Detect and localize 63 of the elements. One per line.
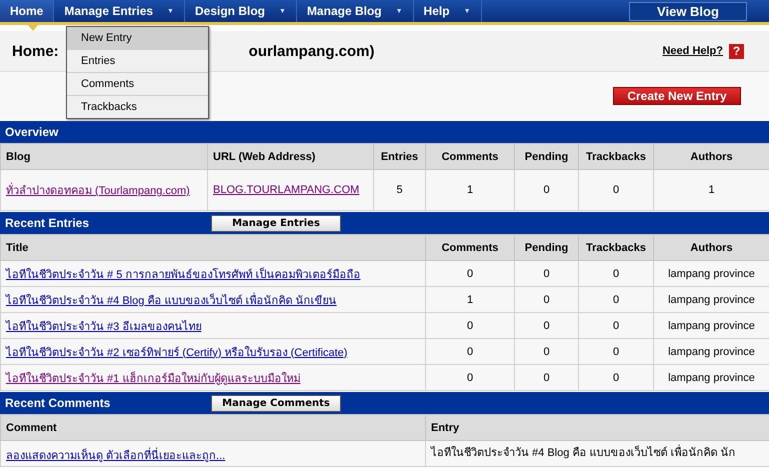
page-title: Home: (12, 42, 59, 60)
help-icon[interactable]: ? (729, 44, 744, 58)
table-cell: 0 (426, 312, 514, 338)
table-cell: 0 (514, 260, 578, 286)
table-cell: lampang province (654, 338, 769, 364)
table-cell: 0 (578, 312, 654, 338)
manage-comments-button[interactable]: Manage Comments (211, 394, 341, 412)
table-cell: 5 (374, 170, 426, 210)
column-header: Entries (374, 144, 426, 170)
table-cell: 0 (426, 260, 514, 286)
table-cell: 0 (514, 170, 578, 210)
blog-link[interactable]: ทั่วลำปางดอทคอม (Tourlampang.com) (6, 181, 190, 199)
table-cell: 0 (578, 286, 654, 312)
menu-item[interactable]: Trackbacks (67, 96, 208, 118)
table-cell: 1 (426, 170, 514, 210)
view-blog-button[interactable]: View Blog (629, 2, 747, 21)
entry-link[interactable]: ไอทีในชีวิตประจำวัน #3 อีเมลของคนไทย (6, 316, 202, 334)
column-header: Trackbacks (578, 144, 654, 170)
table-cell: 0 (426, 364, 514, 390)
section-title: Recent Comments (5, 396, 112, 410)
table-cell: lampang province (654, 312, 769, 338)
section-title: Recent Entries (5, 216, 90, 230)
entry-link[interactable]: ไอทีในชีวิตประจำวัน # 5 การกลายพันธ์ของโทรศัพท์ เป็นคอมพิวเตอร์มือถือ (6, 264, 360, 282)
table-cell: 0 (578, 338, 654, 364)
url-link[interactable]: BLOG.TOURLAMPANG.COM (213, 184, 360, 196)
table-cell: ไอทีในชีวิตประจำวัน #4 Blog คือ แบบของเว็บไซต์ เพื่อนักคิด นัก (426, 440, 769, 466)
table-cell: 0 (426, 338, 514, 364)
comment-link[interactable]: ลองแสดงความเห็นดู ตัวเลือกที่นี่เยอะและถูก... (6, 446, 226, 464)
column-header: Comments (426, 144, 514, 170)
menu-item[interactable]: New Entry (67, 27, 208, 50)
column-header: Entry (426, 414, 769, 440)
table-cell: 1 (426, 286, 514, 312)
table-cell: lampang province (654, 286, 769, 312)
column-header: Pending (514, 144, 578, 170)
create-entry-button[interactable]: Create New Entry (613, 87, 741, 105)
column-header: Title (0, 234, 426, 260)
section-title: Overview (5, 125, 60, 139)
entry-link[interactable]: ไอทีในชีวิตประจำวัน #4 Blog คือ แบบของเว็บไซต์ เพื่อนักคิด นักเขียน (6, 290, 337, 308)
table-cell: lampang province (654, 260, 769, 286)
table-cell: 0 (514, 286, 578, 312)
table-cell: 0 (514, 312, 578, 338)
table-cell: lampang province (654, 364, 769, 390)
page-title: ourlampang.com) (248, 42, 375, 60)
column-header: Blog (0, 144, 208, 170)
column-header: Comment (0, 414, 426, 440)
entry-link[interactable]: ไอทีในชีวิตประจำวัน #2 เซอร์ทิฟายร์ (Certify) หรือใบรับรอง (Certificate) (6, 342, 348, 360)
menu-item[interactable]: Entries (67, 50, 208, 73)
table-cell: 0 (578, 170, 654, 210)
column-header: Pending (514, 234, 578, 260)
menu-item[interactable]: Comments (67, 73, 208, 96)
entry-link[interactable]: ไอทีในชีวิตประจำวัน #1 แฮ็กเกอร์มือใหม่กับผู้ดูแลระบบมือใหม่ (6, 368, 300, 386)
table-cell: 0 (514, 364, 578, 390)
column-header: Authors (654, 234, 769, 260)
table-cell: 1 (654, 170, 769, 210)
help-link[interactable]: Need Help? (662, 45, 723, 57)
column-header: Comments (426, 234, 514, 260)
column-header: Trackbacks (578, 234, 654, 260)
table-cell: 0 (578, 260, 654, 286)
table-cell: 0 (578, 364, 654, 390)
table-cell: 0 (514, 338, 578, 364)
column-header: URL (Web Address) (208, 144, 374, 170)
column-header: Authors (654, 144, 769, 170)
manage-entries-button[interactable]: Manage Entries (211, 214, 341, 232)
